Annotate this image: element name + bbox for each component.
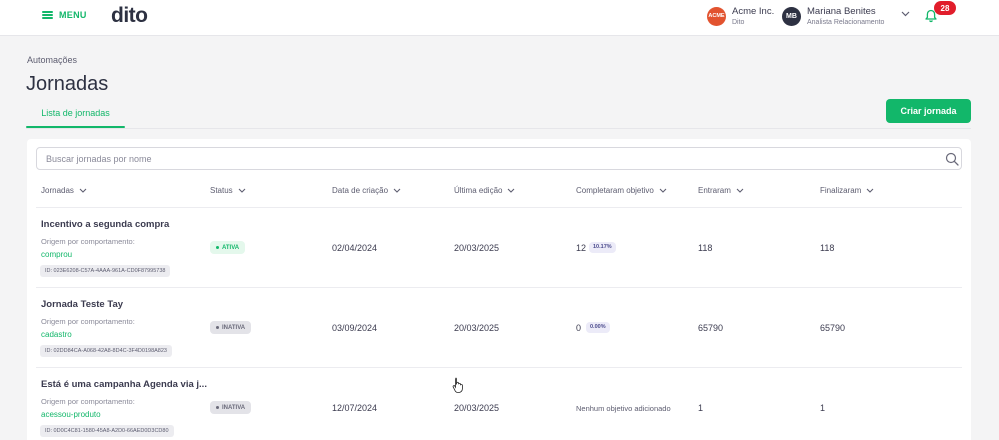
notification-badge[interactable]: 28 [934,1,956,15]
journey-name[interactable]: Incentivo a segunda compra [41,219,169,230]
column-header-data-criacao[interactable]: Data de criação [332,186,401,195]
chevron-down-icon [238,188,246,193]
company-switcher[interactable]: ACME Acme Inc. Dito [707,6,774,26]
created-date: 02/04/2024 [332,243,378,253]
journey-origin: Origem por comportamento: [41,317,135,326]
hamburger-icon [42,11,53,19]
column-header-finalizaram[interactable]: Finalizaram [820,186,874,195]
company-logo: ACME [707,6,726,26]
create-journey-button[interactable]: Criar jornada [886,99,971,123]
page-title: Jornadas [26,73,109,95]
tabs-divider [26,128,971,129]
column-header-jornadas[interactable]: Jornadas [41,186,87,195]
edited-date: 20/03/2025 [454,403,500,413]
journey-id: ID: 0D0C4C81-1580-45A8-A2D0-66AED0D3CD80 [40,425,174,437]
top-bar: MENU dito ACME Acme Inc. Dito MB Mariana… [0,0,999,36]
column-header-ultima-edicao[interactable]: Última edição [454,186,515,195]
journey-id: ID: 023E6208-C57A-4AAA-961A-CD0F87995738 [40,265,171,277]
chevron-down-icon [508,188,515,193]
avatar: MB [782,6,801,26]
no-objective-text: Nenhum objetivo adicionado [576,404,671,413]
status-badge: INATIVA [210,401,252,414]
edited-date: 20/03/2025 [454,243,500,253]
column-header-status[interactable]: Status [210,186,246,195]
chevron-down-icon [659,188,667,193]
finished-count: 1 [820,403,826,413]
entered-count: 1 [698,403,704,413]
journey-name[interactable]: Jornada Teste Tay [41,299,123,310]
hand-cursor-icon [452,377,463,393]
created-date: 12/07/2024 [332,403,378,413]
status-badge: INATIVA [210,321,252,334]
breadcrumb[interactable]: Automações [27,55,77,65]
chevron-down-icon [79,188,87,193]
status-badge: ATIVA [210,241,246,254]
company-sub: Dito [732,19,745,26]
row-divider [36,367,962,368]
row-divider [36,287,962,288]
chevron-down-icon[interactable] [901,11,910,17]
journey-id: ID: 02DD84CA-A068-42A8-8D4C-3F4D0198A823 [40,345,172,357]
edited-date: 20/03/2025 [454,323,500,333]
completed-percent-badge: 10.17% [589,242,616,253]
journey-name[interactable]: Está é uma campanha Agenda via j... [41,379,207,390]
table-header-divider [36,207,962,208]
search-input[interactable] [46,148,926,169]
dito-logo[interactable]: dito [111,4,148,28]
chevron-down-icon [736,188,744,193]
finished-count: 65790 [820,323,846,333]
search-icon[interactable] [945,152,959,166]
journey-origin: Origem por comportamento: [41,397,135,406]
search-box[interactable] [36,147,962,170]
tab-lista-de-jornadas[interactable]: Lista de jornadas [26,107,125,128]
chevron-down-icon [393,188,401,193]
entered-count: 118 [698,243,713,253]
journey-origin: Origem por comportamento: [41,237,135,246]
journey-trigger: cadastro [41,330,72,339]
finished-count: 118 [820,243,835,253]
user-role: Analista Relacionamento [807,19,885,26]
menu-button[interactable]: MENU [42,10,87,20]
user-name: Mariana Benites [807,6,876,17]
journey-trigger: comprou [41,250,73,259]
column-header-entraram[interactable]: Entraram [698,186,744,195]
completed-percent-badge: 0.00% [586,322,610,333]
completed-count: 12 [576,243,587,253]
company-name: Acme Inc. [732,6,775,17]
created-date: 03/09/2024 [332,323,378,333]
journey-trigger: acessou-produto [41,410,101,419]
chevron-down-icon [866,188,874,193]
menu-label: MENU [59,10,87,20]
journeys-card [27,139,971,440]
user-menu[interactable]: MB Mariana Benites Analista Relacionamen… [782,6,884,26]
completed-count: 0 [576,323,582,333]
column-header-completaram[interactable]: Completaram objetivo [576,186,667,195]
entered-count: 65790 [698,323,724,333]
